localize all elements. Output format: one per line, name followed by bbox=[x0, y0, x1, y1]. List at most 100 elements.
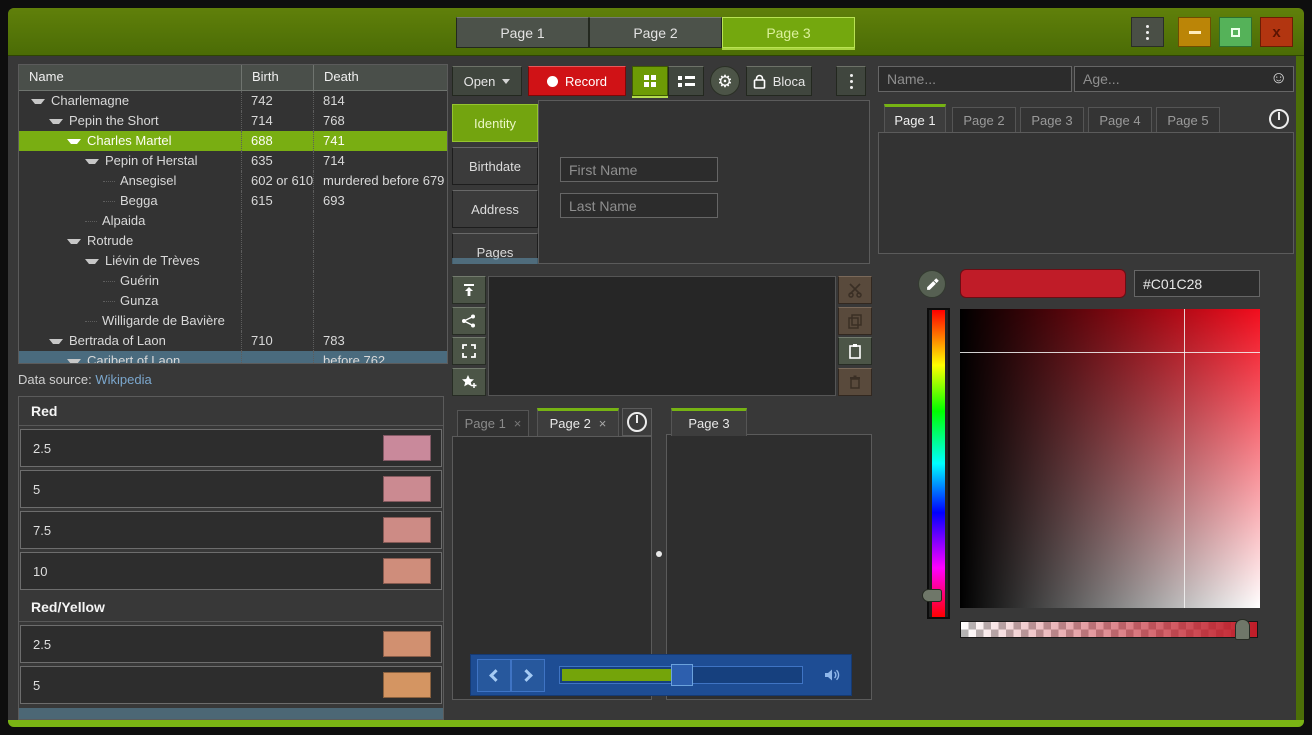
expander-icon[interactable] bbox=[67, 239, 81, 244]
expander-icon[interactable] bbox=[49, 119, 63, 124]
settings-button[interactable]: ⚙ bbox=[710, 66, 740, 96]
lock-button[interactable]: Bloca bbox=[746, 66, 812, 96]
toolbar-overflow-button[interactable] bbox=[836, 66, 866, 96]
copy-button[interactable] bbox=[838, 307, 872, 335]
item-label: 7.5 bbox=[21, 523, 51, 538]
tree-cell-name: Charlemagne bbox=[51, 91, 129, 111]
speaker-icon[interactable] bbox=[823, 667, 841, 683]
slider-handle[interactable] bbox=[671, 664, 693, 686]
tree-row[interactable]: Pepin of Herstal 635 714 bbox=[19, 151, 447, 171]
cut-button[interactable] bbox=[838, 276, 872, 304]
hue-slider[interactable] bbox=[927, 308, 950, 619]
tab-address[interactable]: Address bbox=[452, 190, 538, 228]
alert-button[interactable] bbox=[1266, 106, 1292, 132]
tree-row-highlighted[interactable]: Caribert of Laon before 762 bbox=[19, 351, 447, 364]
column-header-name[interactable]: Name bbox=[19, 65, 241, 90]
maximize-button[interactable] bbox=[1219, 17, 1252, 47]
splitter-dot-icon bbox=[656, 551, 662, 557]
upload-button[interactable] bbox=[452, 276, 486, 304]
expander-icon[interactable] bbox=[85, 159, 99, 164]
share-button[interactable] bbox=[452, 307, 486, 335]
titlebar-tab-page2[interactable]: Page 2 bbox=[589, 17, 722, 48]
fullscreen-button[interactable] bbox=[452, 337, 486, 365]
tab-page2-left[interactable]: Page 2 × bbox=[537, 408, 619, 436]
window-frame-bottom bbox=[8, 720, 1304, 727]
tab-page1-left[interactable]: Page 1 × bbox=[457, 410, 529, 436]
tree-row[interactable]: Pepin the Short 714 768 bbox=[19, 111, 447, 131]
list-item[interactable]: 10 bbox=[20, 552, 442, 590]
tree-row[interactable]: Ansegisel 602 or 610 murdered before 679 bbox=[19, 171, 447, 191]
progress-slider[interactable] bbox=[559, 666, 803, 684]
history-button[interactable] bbox=[622, 408, 652, 436]
tree-cell-name: Ansegisel bbox=[120, 171, 176, 191]
wikipedia-link[interactable]: Wikipedia bbox=[95, 372, 151, 387]
list-item[interactable]: 5 bbox=[20, 470, 442, 508]
alpha-slider[interactable] bbox=[960, 621, 1258, 638]
window-menu-button[interactable] bbox=[1131, 17, 1164, 47]
close-tab-icon[interactable]: × bbox=[599, 416, 607, 431]
expander-icon[interactable] bbox=[31, 99, 45, 104]
minimize-button[interactable] bbox=[1178, 17, 1211, 47]
tree-cell-death: 693 bbox=[313, 191, 447, 211]
tree-row[interactable]: Willigarde de Bavière bbox=[19, 311, 447, 331]
delete-button[interactable] bbox=[838, 368, 872, 396]
tree-row[interactable]: Bertrada of Laon 710 783 bbox=[19, 331, 447, 351]
close-button[interactable]: x bbox=[1260, 17, 1293, 47]
close-tab-icon[interactable]: × bbox=[514, 416, 522, 431]
tree-row[interactable]: Charlemagne 742 814 bbox=[19, 91, 447, 111]
upload-icon bbox=[461, 282, 477, 298]
column-header-death[interactable]: Death bbox=[313, 65, 447, 90]
favorite-add-button[interactable] bbox=[452, 368, 486, 396]
tree-cell-death bbox=[313, 311, 447, 331]
drop-area[interactable] bbox=[488, 276, 836, 396]
tree-row[interactable]: Liévin de Trèves bbox=[19, 251, 447, 271]
titlebar-tab-page1[interactable]: Page 1 bbox=[456, 17, 589, 48]
grid-view-toggle[interactable] bbox=[632, 66, 668, 96]
right-tab-page2[interactable]: Page 2 bbox=[952, 107, 1016, 132]
right-tab-page4[interactable]: Page 4 bbox=[1088, 107, 1152, 132]
list-item[interactable]: 7.5 bbox=[20, 511, 442, 549]
tree-row[interactable]: Rotrude bbox=[19, 231, 447, 251]
age-field[interactable] bbox=[1074, 66, 1294, 92]
right-tab-page5[interactable]: Page 5 bbox=[1156, 107, 1220, 132]
forward-button[interactable] bbox=[511, 659, 545, 692]
tree-row[interactable]: Gunza bbox=[19, 291, 447, 311]
hex-color-field[interactable] bbox=[1134, 270, 1260, 297]
expander-icon[interactable] bbox=[67, 359, 81, 364]
expander-icon[interactable] bbox=[67, 139, 81, 144]
right-tab-page1[interactable]: Page 1 bbox=[884, 104, 946, 133]
tree-row[interactable]: Alpaida bbox=[19, 211, 447, 231]
expander-icon[interactable] bbox=[49, 339, 63, 344]
record-button[interactable]: Record bbox=[528, 66, 626, 96]
tree-row[interactable]: Begga 615 693 bbox=[19, 191, 447, 211]
column-header-birth[interactable]: Birth bbox=[241, 65, 313, 90]
lock-icon bbox=[753, 74, 766, 89]
list-item[interactable]: 5 bbox=[20, 666, 442, 704]
list-view-toggle[interactable] bbox=[668, 66, 704, 96]
list-item[interactable]: 2.5 bbox=[20, 625, 442, 663]
eyedropper-button[interactable] bbox=[918, 270, 946, 298]
tab-page3-right[interactable]: Page 3 bbox=[671, 408, 747, 436]
expander-icon[interactable] bbox=[85, 259, 99, 264]
first-name-field[interactable] bbox=[560, 157, 718, 182]
tree-row-selected[interactable]: Charles Martel 688 741 bbox=[19, 131, 447, 151]
open-dropdown-button[interactable]: Open bbox=[452, 66, 522, 96]
titlebar-tab-page3[interactable]: Page 3 bbox=[722, 17, 855, 48]
record-label: Record bbox=[565, 74, 607, 89]
alpha-handle[interactable] bbox=[1235, 619, 1250, 640]
tab-label: Page 1 bbox=[465, 416, 506, 431]
tree-row[interactable]: Guérin bbox=[19, 271, 447, 291]
last-name-field[interactable] bbox=[560, 193, 718, 218]
hue-handle[interactable] bbox=[922, 589, 942, 602]
list-item[interactable]: 2.5 bbox=[20, 429, 442, 467]
right-tab-page3[interactable]: Page 3 bbox=[1020, 107, 1084, 132]
tree-cell-name: Willigarde de Bavière bbox=[102, 311, 225, 331]
tab-identity[interactable]: Identity bbox=[452, 104, 538, 142]
tab-birthdate[interactable]: Birthdate bbox=[452, 147, 538, 185]
emoji-icon[interactable]: ☺ bbox=[1270, 68, 1287, 88]
paste-button[interactable] bbox=[838, 337, 872, 365]
tree-cell-name: Gunza bbox=[120, 291, 158, 311]
saturation-value-area[interactable] bbox=[960, 309, 1260, 608]
back-button[interactable] bbox=[477, 659, 511, 692]
name-field[interactable] bbox=[878, 66, 1072, 92]
